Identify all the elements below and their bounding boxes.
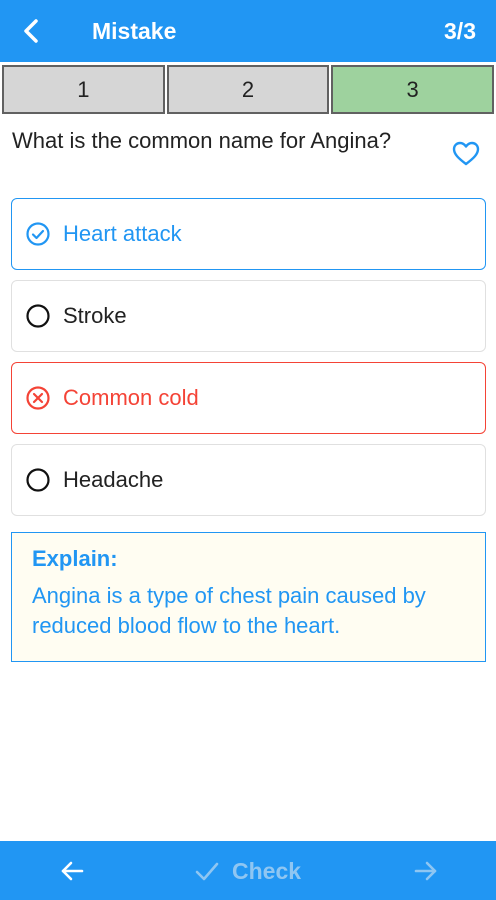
check-button[interactable]: Check xyxy=(194,853,301,889)
radio-empty-icon xyxy=(25,467,51,493)
option-label: Stroke xyxy=(63,303,127,328)
explanation-title: Explain: xyxy=(32,546,118,571)
page-title: Mistake xyxy=(92,18,177,44)
tab-question-1[interactable]: 1 xyxy=(2,65,165,114)
chevron-left-icon xyxy=(24,19,38,43)
option-label: Headache xyxy=(63,467,164,492)
option-label: Common cold xyxy=(63,385,199,410)
option-common-cold[interactable]: Common cold xyxy=(11,362,486,434)
next-button[interactable] xyxy=(406,851,446,891)
tab-question-2[interactable]: 2 xyxy=(166,65,330,114)
arrow-left-icon xyxy=(61,861,84,881)
app-header: Mistake 3/3 xyxy=(0,0,496,62)
tab-question-3[interactable]: 3 xyxy=(331,65,495,114)
check-label: Check xyxy=(232,857,302,884)
option-headache[interactable]: Headache xyxy=(11,444,486,516)
check-circle-icon xyxy=(25,221,51,247)
explanation-text: Angina is a type of chest pain caused by… xyxy=(32,583,426,638)
question-counter: 3/3 xyxy=(444,18,476,44)
question-tabs: 1 2 3 xyxy=(0,62,496,114)
bottom-bar: Check xyxy=(0,841,496,900)
heart-outline-icon xyxy=(452,141,480,166)
radio-empty-icon xyxy=(25,303,51,329)
question-text: What is the common name for Angina? xyxy=(12,128,392,153)
option-stroke[interactable]: Stroke xyxy=(11,280,486,352)
option-label: Heart attack xyxy=(63,221,182,246)
check-icon xyxy=(194,858,220,884)
option-heart-attack[interactable]: Heart attack xyxy=(11,198,486,270)
x-circle-icon xyxy=(25,385,51,411)
back-button[interactable] xyxy=(12,12,50,50)
explanation-box: Explain: Angina is a type of chest pain … xyxy=(11,532,486,662)
favorite-button[interactable] xyxy=(450,138,482,170)
previous-button[interactable] xyxy=(52,851,92,891)
arrow-right-icon xyxy=(414,861,437,881)
